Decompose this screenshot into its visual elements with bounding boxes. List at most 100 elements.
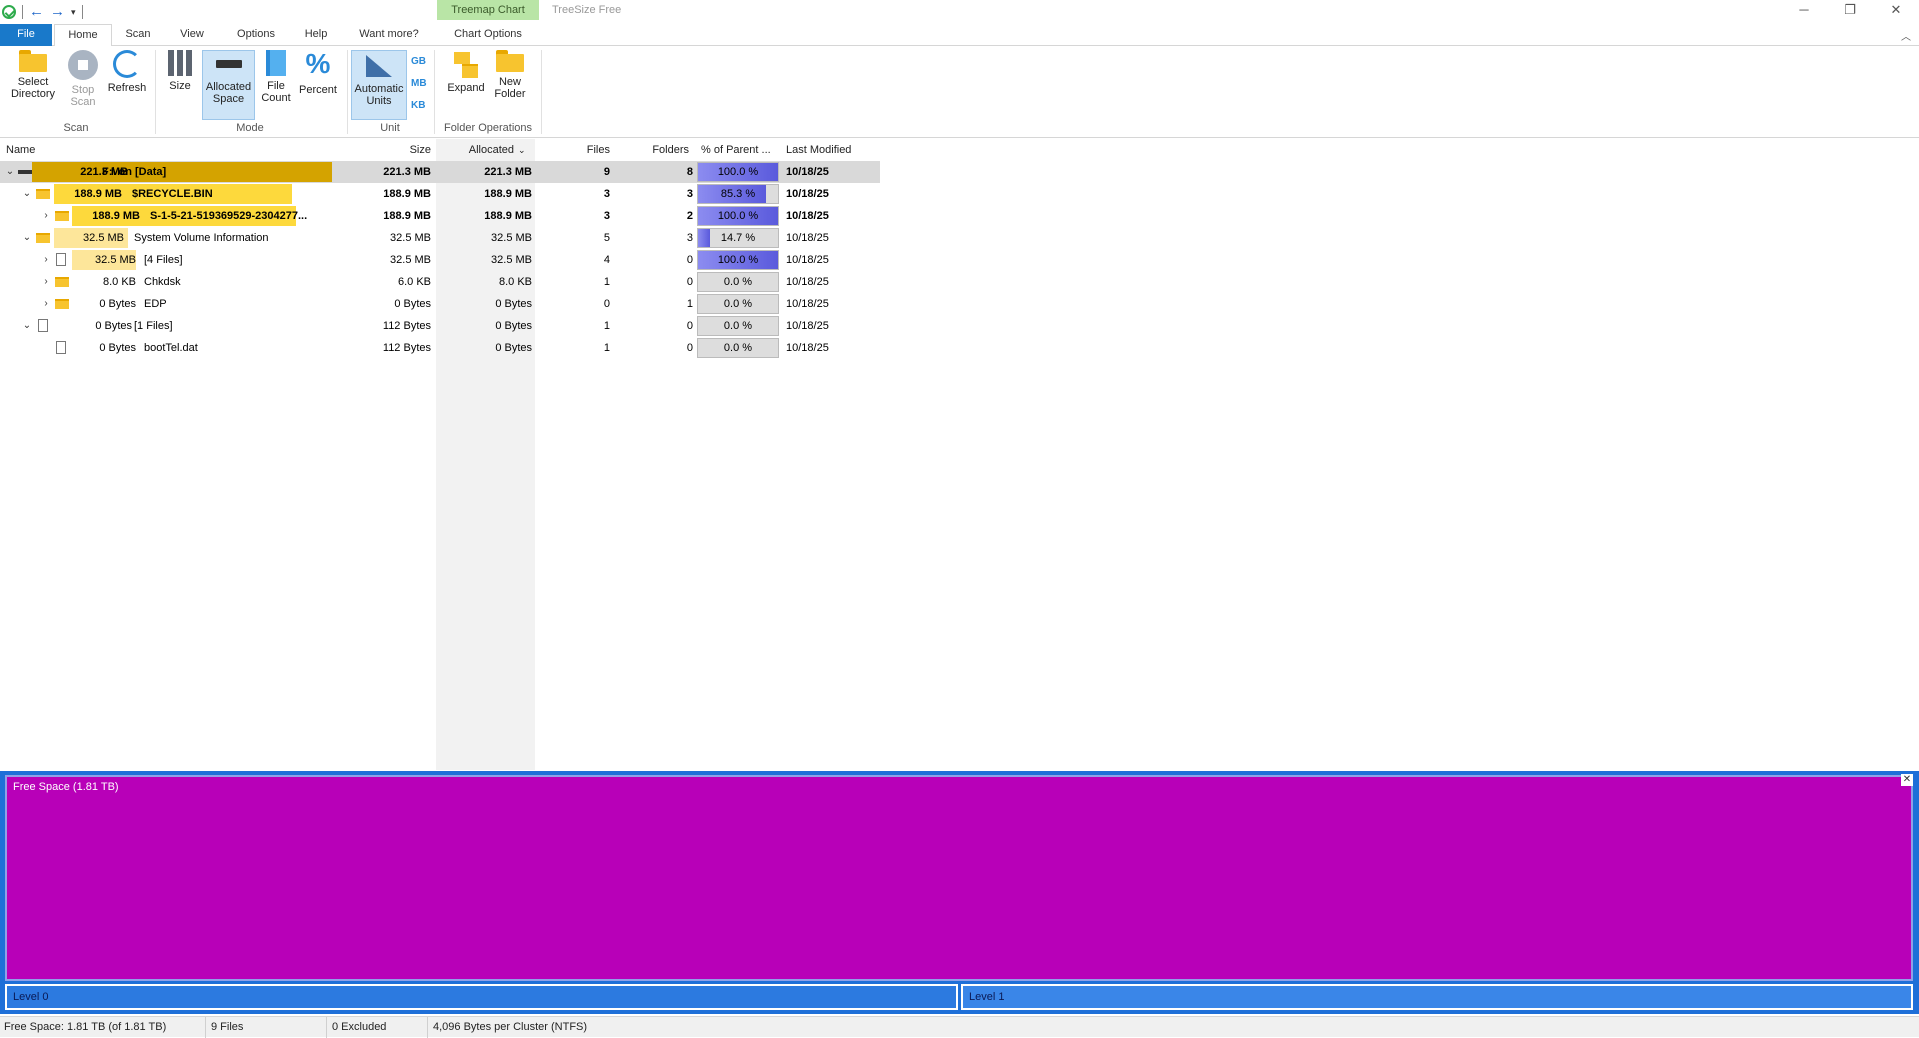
treemap-chart[interactable]: Free Space (1.81 TB) ✕ Level 0 Level 1 (0, 771, 1919, 1014)
row-allocated: 0 Bytes (495, 298, 532, 310)
tab-chart-options[interactable]: Chart Options (437, 24, 539, 46)
row-size-label: 0 Bytes (99, 342, 136, 354)
tab-home[interactable]: Home (54, 24, 112, 47)
row-name: System Volume Information (134, 232, 269, 244)
percent-bar: 0.0 % (697, 316, 779, 336)
row-files: 3 (603, 210, 610, 222)
column-files[interactable]: Files (540, 139, 610, 161)
percent-button[interactable]: % Percent (296, 50, 340, 97)
column-percent-of-parent[interactable]: % of Parent ... (701, 139, 781, 161)
level-0-bar[interactable]: Level 0 (5, 984, 958, 1010)
tab-help[interactable]: Help (295, 24, 337, 46)
minimize-button[interactable]: ─ (1781, 0, 1827, 22)
qat-separator (22, 5, 23, 19)
treemap-free-space-block[interactable]: Free Space (1.81 TB) (5, 775, 1913, 981)
tab-view[interactable]: View (171, 24, 213, 46)
row-allocated: 32.5 MB (491, 254, 532, 266)
size-mode-button[interactable]: Size (162, 50, 198, 92)
row-size-label: 32.5 MB (95, 254, 136, 266)
table-row[interactable]: 0 Bytes bootTel.dat 112 Bytes 0 Bytes 1 0 0.0 … (0, 337, 880, 359)
table-row[interactable]: › 32.5 MB [4 Files] 32.5 MB 32.5 MB 4 0 100.0 %… (0, 249, 880, 271)
table-row[interactable]: › 8.0 KB Chkdsk 6.0 KB 8.0 KB 1 0 0.0 % 10/18/25 (0, 271, 880, 293)
table-row[interactable]: ⌄ 188.9 MB $RECYCLE.BIN 188.9 MB 188.9 MB 3 3 8… (0, 183, 880, 205)
column-last-modified[interactable]: Last Modified (786, 139, 876, 161)
select-directory-button[interactable]: Select Directory (6, 50, 60, 100)
row-allocated: 188.9 MB (484, 210, 532, 222)
expand-chevron-icon[interactable]: › (40, 249, 52, 271)
refresh-icon (113, 50, 141, 78)
row-size: 32.5 MB (390, 254, 431, 266)
collapse-chevron-icon[interactable]: ⌄ (4, 161, 16, 183)
percent-bar: 100.0 % (697, 206, 779, 226)
close-button[interactable]: ✕ (1873, 0, 1919, 22)
row-last-modified: 10/18/25 (786, 188, 829, 200)
expand-chevron-icon[interactable]: › (40, 293, 52, 315)
row-size-label: 188.9 MB (74, 188, 122, 200)
tab-options[interactable]: Options (228, 24, 284, 46)
row-name: Chkdsk (144, 276, 181, 288)
automatic-units-button[interactable]: Automatic Units (351, 50, 407, 120)
forward-arrow-icon[interactable]: → (50, 4, 65, 19)
refresh-button[interactable]: Refresh (104, 50, 150, 94)
back-arrow-icon[interactable]: ← (29, 4, 44, 19)
expand-chevron-icon[interactable]: › (40, 271, 52, 293)
table-row[interactable]: ⌄ 221.3 MB F:\ on [Data] 221.3 MB 221.3 MB 9 8… (0, 161, 880, 183)
row-size: 0 Bytes (394, 298, 431, 310)
row-files: 1 (603, 320, 610, 332)
unit-gb-button[interactable]: GB (411, 56, 426, 67)
expand-button[interactable]: Expand (444, 50, 488, 94)
restore-button[interactable]: ❐ (1827, 0, 1873, 22)
directory-tree-list[interactable]: Name Size Allocated ⌄ Files Folders % of… (0, 139, 1919, 770)
collapse-chevron-icon[interactable]: ⌄ (21, 183, 33, 205)
table-row[interactable]: ⌄ 32.5 MB System Volume Information 32.5 MB… (0, 227, 880, 249)
expand-chevron-icon[interactable]: › (40, 205, 52, 227)
percent-label: Percent (299, 84, 337, 96)
file-count-button[interactable]: File Count (258, 50, 294, 104)
qat-dropdown-icon[interactable]: ▾ (71, 7, 76, 18)
ribbon: Select Directory Stop Scan Refresh Scan … (0, 46, 1919, 138)
percent-value: 14.7 % (720, 232, 756, 244)
table-row[interactable]: › 0 Bytes EDP 0 Bytes 0 Bytes 0 1 0.0 % 10/18/25 (0, 293, 880, 315)
stop-scan-button[interactable]: Stop Scan (64, 50, 102, 108)
table-row[interactable]: ⌄ 0 Bytes [1 Files] 112 Bytes 0 Bytes 1 0 0.0 %… (0, 315, 880, 337)
unit-kb-button[interactable]: KB (411, 100, 425, 111)
tab-file[interactable]: File (0, 24, 52, 46)
window-controls: ─ ❐ ✕ (1781, 0, 1919, 22)
column-size[interactable]: Size (336, 139, 431, 161)
row-name: S-1-5-21-519369529-2304277... (150, 210, 308, 222)
collapse-ribbon-icon[interactable]: ︿ (1901, 28, 1911, 43)
tab-want-more[interactable]: Want more? (350, 24, 428, 46)
drive-icon (18, 170, 32, 174)
select-directory-label: Select Directory (10, 76, 55, 100)
row-folders: 0 (686, 254, 693, 266)
treemap-close-icon[interactable]: ✕ (1901, 774, 1913, 786)
column-name[interactable]: Name (6, 139, 326, 161)
column-folders[interactable]: Folders (615, 139, 689, 161)
percent-bar: 14.7 % (697, 228, 779, 248)
file-icon (38, 319, 48, 332)
status-cluster: 4,096 Bytes per Cluster (NTFS) (433, 1021, 588, 1033)
row-name: $RECYCLE.BIN (132, 188, 213, 200)
collapse-chevron-icon[interactable]: ⌄ (21, 227, 33, 249)
row-allocated: 188.9 MB (484, 188, 532, 200)
tab-scan[interactable]: Scan (117, 24, 159, 46)
size-mode-label: Size (169, 80, 191, 92)
app-icon[interactable] (2, 5, 16, 19)
row-allocated: 0 Bytes (495, 320, 532, 332)
percent-value: 0.0 % (723, 320, 753, 332)
allocated-space-button[interactable]: Allocated Space (202, 50, 255, 120)
ribbon-tabs: File Home Scan View Options Help Want mo… (0, 24, 1919, 47)
column-allocated[interactable]: Allocated (440, 139, 514, 161)
bars-icon (166, 50, 194, 76)
new-folder-button[interactable]: New Folder (490, 50, 530, 100)
row-files: 9 (603, 166, 610, 178)
row-name: bootTel.dat (144, 342, 198, 354)
unit-mb-button[interactable]: MB (411, 78, 427, 89)
table-row[interactable]: › 188.9 MB S-1-5-21-519369529-2304277... 18… (0, 205, 880, 227)
row-files: 0 (603, 298, 610, 310)
collapse-chevron-icon[interactable]: ⌄ (21, 315, 33, 337)
row-last-modified: 10/18/25 (786, 298, 829, 310)
row-last-modified: 10/18/25 (786, 320, 829, 332)
percent-bar: 85.3 % (697, 184, 779, 204)
level-1-bar[interactable]: Level 1 (961, 984, 1913, 1010)
